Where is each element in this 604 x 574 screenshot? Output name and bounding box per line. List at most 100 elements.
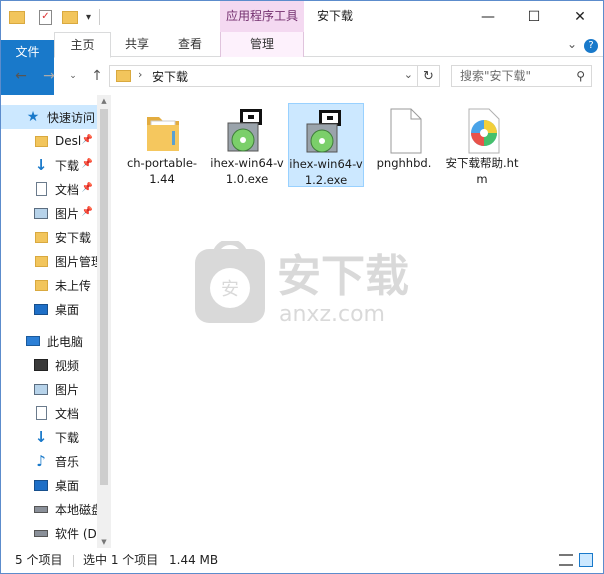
sidebar-item-pictures[interactable]: 图片 [1, 377, 97, 401]
breadcrumb-current[interactable]: 安下载 [152, 68, 188, 85]
folder-icon [33, 133, 49, 149]
selection-size: 1.44 MB [169, 553, 219, 567]
sidebar-item-label: 未上传 [55, 278, 92, 293]
new-folder-icon[interactable] [62, 10, 78, 24]
folder-icon[interactable] [9, 10, 25, 24]
folder-icon [33, 277, 49, 293]
scroll-down-icon[interactable]: ▼ [97, 536, 111, 548]
sidebar-item-software-drive[interactable]: 软件 (D [1, 521, 97, 545]
desktop-icon [33, 477, 49, 493]
sidebar-item-documents-pinned[interactable]: 文档 📌 [1, 177, 97, 201]
file-item-selected[interactable]: ihex-win64-v1.2.exe [288, 103, 364, 187]
picture-icon [33, 205, 49, 221]
sidebar-item-desktop-pinned[interactable]: Desl 📌 [1, 129, 97, 153]
drive-icon [33, 525, 49, 541]
minimize-button[interactable]: — [465, 1, 511, 32]
sidebar-item-label: 下载 [55, 158, 80, 173]
sidebar-item-label: 文档 [55, 406, 80, 421]
svg-text:安: 安 [221, 279, 239, 300]
file-list: 安 安下载 anxz.com ch-portable-1.44 ihex-win… [111, 95, 603, 548]
sidebar-item-label: 安下载 [55, 230, 92, 245]
item-count: 5 个项目 [15, 553, 63, 567]
scroll-up-icon[interactable]: ▲ [97, 95, 111, 107]
address-bar[interactable]: › 安下载 ⌄ [109, 65, 418, 87]
tab-share[interactable]: 共享 [111, 32, 163, 57]
sidebar-item-label: 图片管理 [55, 254, 97, 269]
sidebar-item-quick-access[interactable]: ★ 快速访问 [1, 105, 97, 129]
sidebar-scrollbar[interactable]: ▲ ▼ [97, 95, 111, 548]
sidebar-item-label: 图片 [55, 206, 80, 221]
file-item[interactable]: 安下载帮助.htm [445, 103, 521, 187]
file-item[interactable]: pnghhbd. [367, 103, 443, 187]
file-name: pnghhbd. [376, 156, 432, 170]
tab-manage[interactable]: 管理 [220, 32, 304, 57]
search-input[interactable]: 搜索"安下载" ⚲ [451, 65, 592, 87]
sidebar-item-downloads[interactable]: ↓ 下载 [1, 425, 97, 449]
sidebar-item-pictures-pinned[interactable]: 图片 📌 [1, 201, 97, 225]
sidebar-item-this-pc[interactable]: 此电脑 [1, 329, 97, 353]
music-icon: ♪ [36, 452, 46, 470]
properties-icon[interactable]: ✓ [39, 9, 52, 25]
sidebar-item-anxz[interactable]: 安下载 [1, 225, 97, 249]
drive-icon [33, 501, 49, 517]
window-title: 安下载 [317, 9, 354, 23]
toolbar-divider [99, 9, 101, 25]
sidebar-item-local-disk[interactable]: 本地磁盘 [1, 497, 97, 521]
large-icons-view-icon[interactable] [579, 553, 593, 567]
sidebar-item-downloads-pinned[interactable]: ↓ 下载 📌 [1, 153, 97, 177]
sidebar-item-label: 图片 [55, 382, 80, 397]
back-icon[interactable]: ← [11, 66, 31, 86]
quick-access-toolbar: ✓ ▾ [9, 7, 101, 27]
sidebar-item-label: 下载 [55, 430, 80, 445]
maximize-button[interactable]: ☐ [511, 1, 557, 32]
sidebar-item-label: 文档 [55, 182, 80, 197]
sidebar-item-desktop[interactable]: 桌面 [1, 297, 97, 321]
file-name: ch-portable-1.44 [126, 156, 198, 186]
browser-icon [468, 108, 500, 154]
pin-icon: 📌 [81, 207, 93, 217]
tab-view[interactable]: 查看 [163, 32, 217, 57]
video-icon [33, 357, 49, 373]
refresh-button[interactable]: ↻ [418, 65, 440, 87]
computer-icon [25, 333, 41, 349]
sidebar-item-not-uploaded[interactable]: 未上传 [1, 273, 97, 297]
recent-locations-icon[interactable]: ⌄ [63, 66, 83, 86]
close-button[interactable]: ✕ [557, 1, 603, 32]
pin-icon: 📌 [81, 159, 93, 169]
explorer-window: ✓ ▾ 应用程序工具 安下载 — ☐ ✕ 文件 主页 共享 查看 管理 ⌄ ? … [0, 0, 604, 574]
breadcrumb-separator-icon: › [138, 68, 143, 81]
scrollbar-thumb[interactable] [100, 109, 108, 485]
folder-icon [33, 229, 49, 245]
customize-toolbar-icon[interactable]: ▾ [86, 12, 91, 23]
watermark-logo: 安 安下载 anxz.com [195, 241, 409, 327]
sidebar-item-videos[interactable]: 视频 [1, 353, 97, 377]
download-icon: ↓ [34, 428, 48, 446]
status-bar: 5 个项目 选中 1 个项目 1.44 MB [1, 548, 603, 573]
forward-icon[interactable]: → [39, 66, 59, 86]
status-divider [73, 555, 74, 567]
ribbon-tabs: 文件 主页 共享 查看 管理 ⌄ ? [1, 32, 603, 124]
help-icon[interactable]: ? [581, 32, 601, 57]
download-icon: ↓ [34, 156, 48, 174]
watermark-text: 安下载 [277, 251, 409, 302]
picture-icon [33, 381, 49, 397]
sidebar-item-label: Desl [55, 134, 82, 148]
desktop-icon [33, 301, 49, 317]
sidebar-item-label: 桌面 [55, 302, 80, 317]
details-view-icon[interactable] [559, 554, 573, 566]
up-icon[interactable]: ↑ [87, 66, 107, 86]
sidebar-item-documents[interactable]: 文档 [1, 401, 97, 425]
sidebar-item-picture-manager[interactable]: 图片管理 [1, 249, 97, 273]
folder-icon [33, 253, 49, 269]
file-name: ihex-win64-v1.2.exe [289, 157, 363, 187]
sidebar-item-label: 软件 (D [55, 526, 97, 541]
tab-home[interactable]: 主页 [54, 32, 111, 58]
file-item[interactable]: ihex-win64-v1.0.exe [210, 103, 286, 187]
address-dropdown-icon[interactable]: ⌄ [404, 68, 413, 81]
expand-ribbon-icon[interactable]: ⌄ [563, 32, 581, 57]
sidebar-item-music[interactable]: ♪ 音乐 [1, 449, 97, 473]
star-icon: ★ [26, 109, 40, 125]
sidebar-item-desktop-pc[interactable]: 桌面 [1, 473, 97, 497]
file-item[interactable]: ch-portable-1.44 [125, 103, 201, 187]
navigation-bar: ← → ⌄ ↑ › 安下载 ⌄ ↻ 搜索"安下载" ⚲ [1, 58, 603, 94]
